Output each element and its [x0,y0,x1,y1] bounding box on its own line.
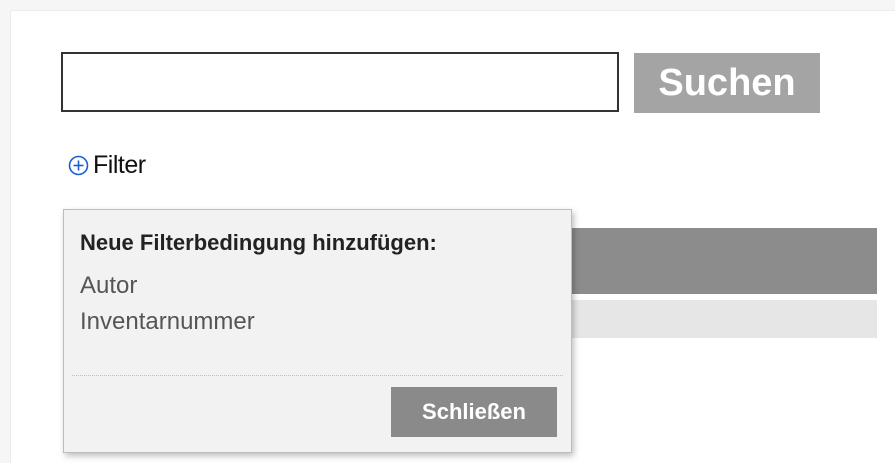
popup-divider [72,375,563,376]
filter-label: Filter [93,150,146,179]
add-filter-popup: Neue Filterbedingung hinzufügen: Autor I… [63,209,572,453]
filter-toggle[interactable]: Filter [68,150,146,180]
search-button[interactable]: Suchen [634,53,820,113]
plus-circle-icon [68,155,89,176]
close-button[interactable]: Schließen [391,387,557,437]
popup-title: Neue Filterbedingung hinzufügen: [80,230,437,255]
results-table-header [570,228,877,294]
search-input[interactable] [61,52,619,112]
results-table-row [570,300,877,338]
filter-option-autor[interactable]: Autor [80,272,137,300]
filter-option-inventarnummer[interactable]: Inventarnummer [80,308,255,336]
